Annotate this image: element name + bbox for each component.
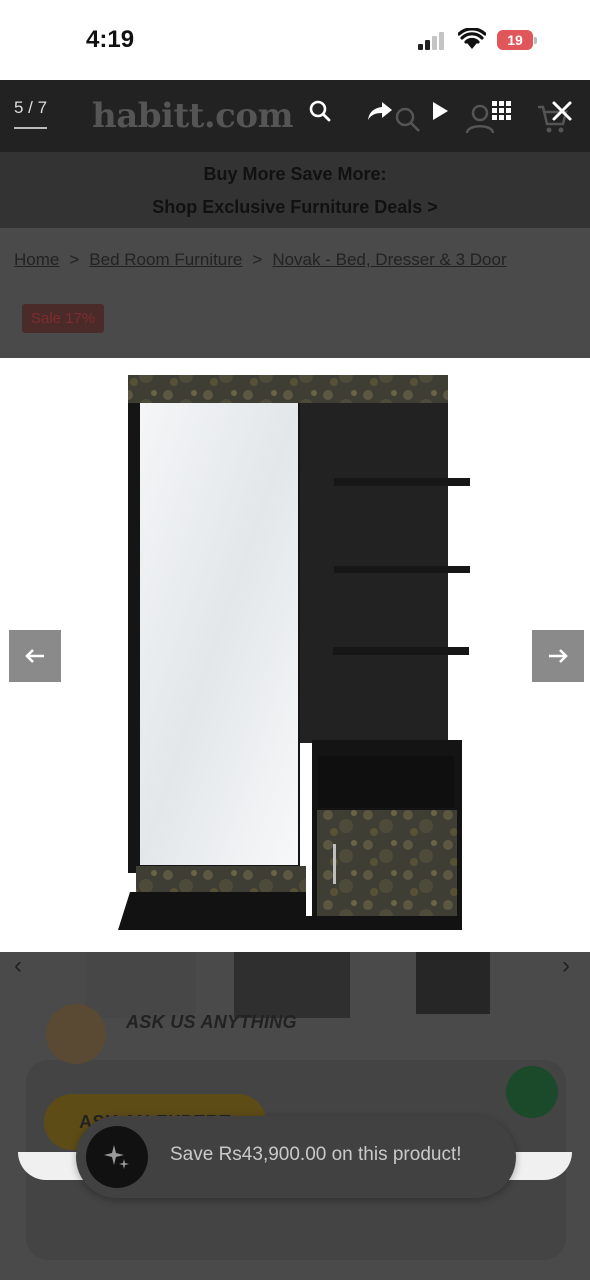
share-arrow-icon — [368, 102, 392, 120]
counter-underline — [14, 127, 47, 129]
next-image-button[interactable] — [532, 630, 584, 682]
slideshow-button[interactable] — [423, 94, 457, 128]
battery-level: 19 — [497, 30, 533, 50]
magnifier-icon — [309, 100, 331, 122]
breadcrumb-product[interactable]: Novak - Bed, Dresser & 3 Door — [272, 250, 506, 269]
ask-title: ASK US ANYTHING — [126, 1012, 297, 1032]
wifi-icon — [458, 28, 486, 49]
thumbnail[interactable] — [416, 952, 490, 1014]
thumbnails-button[interactable] — [485, 94, 519, 128]
thumbnail-next-icon[interactable]: › — [562, 952, 570, 980]
status-time: 4:19 — [86, 26, 135, 53]
dresser-with-mirror-image — [118, 375, 470, 930]
play-icon — [433, 102, 448, 120]
promo-banner[interactable]: Buy More Save More: Shop Exclusive Furni… — [0, 152, 590, 228]
grid-icon — [492, 101, 511, 120]
close-icon — [552, 101, 572, 121]
breadcrumb-home[interactable]: Home — [14, 250, 59, 269]
lightbox-image-stage — [0, 358, 590, 952]
zoom-button[interactable] — [303, 94, 337, 128]
sale-badge: Sale 17% — [22, 304, 105, 333]
arrow-left-icon — [25, 649, 44, 663]
share-button[interactable] — [363, 94, 397, 128]
sparkle-icon — [86, 1126, 148, 1188]
savings-toast[interactable]: Save Rs43,900.00 on this product! — [76, 1116, 516, 1198]
promo-line-1: Buy More Save More: — [203, 164, 387, 184]
status-bar: 4:19 19 — [0, 0, 590, 80]
breadcrumb: Home > Bed Room Furniture > Novak - Bed, Dre… — [14, 250, 576, 270]
cellular-signal-icon — [418, 30, 450, 50]
expert-avatar — [46, 1004, 106, 1064]
breadcrumb-separator: > — [252, 250, 263, 269]
whatsapp-icon[interactable] — [506, 1066, 558, 1118]
breadcrumb-separator: > — [69, 250, 80, 269]
close-button[interactable] — [545, 94, 579, 128]
thumbnail-prev-icon[interactable]: ‹ — [14, 952, 22, 980]
battery-icon: 19 — [497, 30, 537, 50]
thumbnail[interactable] — [234, 952, 350, 1018]
savings-toast-text: Save Rs43,900.00 on this product! — [170, 1144, 462, 1165]
image-counter: 5 / 7 — [14, 98, 48, 117]
promo-link[interactable]: Shop Exclusive Furniture Deals > — [0, 185, 590, 218]
thumbnail[interactable] — [86, 952, 196, 1018]
breadcrumb-bedroom-furniture[interactable]: Bed Room Furniture — [89, 250, 242, 269]
prev-image-button[interactable] — [9, 630, 61, 682]
arrow-right-icon — [549, 649, 568, 663]
lightbox-toolbar: 5 / 7 — [0, 80, 590, 152]
